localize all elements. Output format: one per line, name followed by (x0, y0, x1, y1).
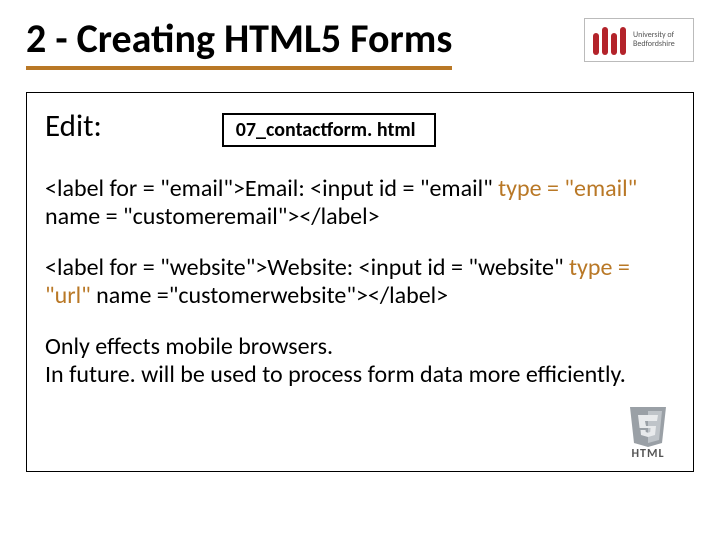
code2-pre: <label for = "website">Website: <input i… (45, 253, 569, 282)
code1-pre: <label for = "email">Email: <input id = … (45, 174, 498, 203)
university-logo-icon (591, 23, 627, 57)
slide: 2 - Creating HTML5 Forms University of B… (0, 0, 720, 540)
code1-emphasis: type = "email" (498, 174, 637, 203)
footnote-line1: Only effects mobile browsers. (45, 333, 675, 361)
filename-badge: 07_contactform. html (222, 113, 436, 147)
html5-shield-icon (624, 405, 672, 447)
footnote: Only effects mobile browsers. In future.… (45, 333, 675, 388)
footnote-line2: In future. will be used to process form … (45, 361, 675, 389)
code2-post: name ="customerwebsite"></label> (91, 281, 448, 310)
html5-badge: HTML (613, 401, 683, 461)
title-row: 2 - Creating HTML5 Forms University of B… (26, 18, 694, 70)
code-snippet-website: <label for = "website">Website: <input i… (45, 254, 675, 309)
university-logo: University of Bedfordshire (584, 18, 694, 62)
university-logo-line2: Bedfordshire (633, 39, 675, 49)
content-box: Edit: 07_contactform. html <label for = … (26, 92, 694, 472)
university-logo-text: University of Bedfordshire (633, 31, 675, 49)
code-snippet-email: <label for = "email">Email: <input id = … (45, 175, 675, 230)
edit-label: Edit: (45, 107, 102, 145)
code1-post: name = "customeremail"></label> (45, 202, 380, 231)
slide-title: 2 - Creating HTML5 Forms (26, 18, 452, 70)
html5-label: HTML (631, 447, 664, 461)
edit-row: Edit: 07_contactform. html (45, 107, 675, 147)
